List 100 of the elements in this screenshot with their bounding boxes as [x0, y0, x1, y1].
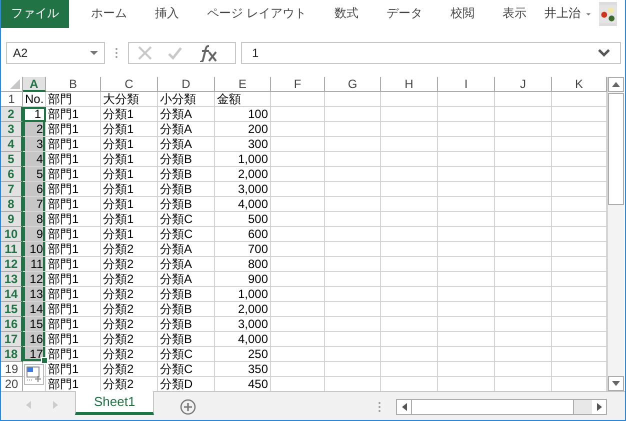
table-cell: 分類1: [101, 196, 158, 212]
row-header[interactable]: 16: [1, 316, 23, 332]
fill-handle[interactable]: [41, 356, 48, 364]
table-cell: 分類B: [158, 286, 215, 302]
table-cell: 分類2: [101, 242, 158, 257]
scrollbar-thumb[interactable]: [608, 92, 624, 205]
table-cell: 分類1: [101, 182, 158, 197]
ribbon-tab[interactable]: データ: [372, 0, 436, 28]
name-box[interactable]: A2: [6, 42, 105, 64]
table-cell: 1,000: [215, 286, 271, 302]
scroll-up-button[interactable]: [608, 76, 624, 92]
arrow-right-icon[interactable]: [596, 403, 602, 412]
ribbon-tab[interactable]: 校閲: [436, 0, 488, 28]
table-cell: 分類B: [158, 152, 215, 167]
table-cell: 部門1: [46, 272, 101, 287]
arrow-down-icon[interactable]: [612, 381, 620, 386]
row-header[interactable]: 10: [1, 226, 23, 242]
column-header[interactable]: G: [325, 76, 381, 92]
row-header[interactable]: 8: [1, 196, 23, 212]
column-header[interactable]: F: [271, 76, 325, 92]
table-cell: 6: [23, 182, 46, 197]
row-header[interactable]: 19: [1, 362, 23, 377]
table-cell: 部門1: [46, 286, 101, 302]
table-cell: 分類B: [158, 196, 215, 212]
row-header[interactable]: 14: [1, 286, 23, 302]
row-header[interactable]: 5: [1, 152, 23, 167]
column-header[interactable]: E: [215, 76, 271, 92]
table-cell: 10: [23, 242, 46, 257]
table-cell: 部門: [46, 92, 101, 107]
row-header[interactable]: 13: [1, 272, 23, 287]
table-cell: 小分類: [158, 92, 215, 107]
column-header[interactable]: J: [495, 76, 552, 92]
ribbon-tab[interactable]: ページ レイアウト: [193, 0, 320, 28]
scroll-down-button[interactable]: [608, 376, 624, 392]
grip-icon[interactable]: [378, 401, 381, 414]
table-cell: 3,000: [215, 316, 271, 332]
row-header[interactable]: 2: [1, 106, 23, 122]
ribbon-tab[interactable]: ホーム: [77, 0, 141, 28]
row-header[interactable]: 18: [1, 346, 23, 362]
table-cell: 800: [215, 256, 271, 272]
row-header[interactable]: 7: [1, 182, 23, 197]
table-cell: 分類B: [158, 182, 215, 197]
row-header[interactable]: 9: [1, 212, 23, 227]
scroll-left-button[interactable]: [397, 400, 411, 414]
file-tab[interactable]: ファイル: [1, 0, 69, 28]
table-cell: 分類A: [158, 272, 215, 287]
table-cell: 分類1: [101, 106, 158, 122]
table-cell: 200: [215, 122, 271, 137]
table-cell: 1,000: [215, 152, 271, 167]
column-header[interactable]: B: [46, 76, 101, 92]
scrollbar-thumb[interactable]: [411, 400, 574, 414]
table-cell: 分類2: [101, 346, 158, 362]
column-header[interactable]: H: [381, 76, 438, 92]
row-header[interactable]: 12: [1, 256, 23, 272]
table-cell: 部門1: [46, 122, 101, 137]
arrow-left-icon[interactable]: [402, 403, 406, 412]
table-cell: 部門1: [46, 152, 101, 167]
row-header[interactable]: 17: [1, 332, 23, 347]
table-cell: 部門1: [46, 196, 101, 212]
table-cell: 15: [23, 316, 46, 332]
avatar-icon[interactable]: [599, 2, 617, 26]
table-cell: 分類1: [101, 166, 158, 182]
table-cell: 250: [215, 346, 271, 362]
table-cell: 部門1: [46, 316, 101, 332]
ribbon-tab[interactable]: 表示: [488, 0, 540, 28]
column-header[interactable]: K: [552, 76, 607, 92]
table-cell: 分類1: [101, 136, 158, 152]
table-cell: 分類A: [158, 136, 215, 152]
row-header[interactable]: 3: [1, 122, 23, 137]
table-cell: 8: [23, 212, 46, 227]
check-icon[interactable]: [167, 44, 183, 61]
ribbon-tab[interactable]: 数式: [320, 0, 372, 28]
paste-options-icon[interactable]: [24, 364, 44, 385]
scroll-right-button[interactable]: [592, 400, 606, 414]
chevron-down-icon[interactable]: [598, 48, 610, 57]
table-cell: 分類1: [101, 122, 158, 137]
table-cell: 部門1: [46, 136, 101, 152]
formula-input[interactable]: 1: [241, 42, 621, 64]
add-icon[interactable]: [180, 399, 196, 416]
user-name[interactable]: 井上治: [540, 0, 584, 28]
row-header[interactable]: 4: [1, 136, 23, 152]
table-cell: 分類A: [158, 106, 215, 122]
arrow-up-icon[interactable]: [612, 82, 620, 87]
row-header[interactable]: 15: [1, 302, 23, 317]
function-icon[interactable]: [197, 44, 219, 62]
row-header[interactable]: 1: [1, 92, 23, 107]
row-header[interactable]: 11: [1, 242, 23, 257]
sheet-tab[interactable]: Sheet1: [75, 391, 154, 416]
column-header[interactable]: I: [438, 76, 495, 92]
ribbon-tab[interactable]: 挿入: [141, 0, 193, 28]
table-cell: 部門1: [46, 332, 101, 347]
column-header[interactable]: A: [23, 76, 46, 92]
table-cell: 分類C: [158, 362, 215, 377]
column-header[interactable]: C: [101, 76, 158, 92]
table-cell: 9: [23, 226, 46, 242]
table-cell: 分類A: [158, 256, 215, 272]
table-cell: 分類C: [158, 226, 215, 242]
row-header[interactable]: 6: [1, 166, 23, 182]
grip-icon[interactable]: [115, 46, 118, 59]
column-header[interactable]: D: [158, 76, 215, 92]
